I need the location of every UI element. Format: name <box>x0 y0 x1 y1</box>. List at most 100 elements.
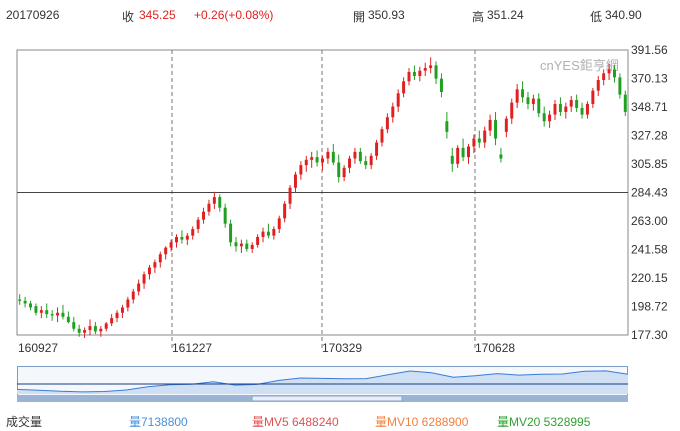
y-tick-label: 220.15 <box>631 271 668 285</box>
candle-body <box>61 312 65 317</box>
x-tick-label: 160927 <box>18 341 58 355</box>
y-tick-label: 177.30 <box>631 328 668 342</box>
candlestick-chart[interactable]: 391.56 370.13 348.71 327.28 305.85 284.43 263.… <box>0 0 680 366</box>
candle-body <box>277 218 281 229</box>
candle-body <box>331 151 335 163</box>
candle-body <box>142 274 146 284</box>
candle-body <box>321 158 324 163</box>
navigator-scroll-thumb <box>251 395 403 402</box>
candle-body <box>537 98 541 114</box>
candle-body <box>407 72 411 82</box>
candle-body <box>191 228 195 236</box>
candle-body <box>385 117 389 130</box>
candle-body <box>115 312 119 319</box>
volume-value: 量7138800 <box>129 415 188 429</box>
candle-body <box>147 267 151 275</box>
candle-body <box>50 314 54 316</box>
candle-body <box>504 118 508 132</box>
candle-body <box>304 159 308 166</box>
candle-body <box>483 130 487 143</box>
candle-body <box>245 243 249 249</box>
candle-body <box>83 330 87 333</box>
volume-mv5: 量MV5 6488240 <box>252 415 339 429</box>
candle-body <box>137 283 141 292</box>
candle-body <box>526 97 530 104</box>
candle-body <box>234 242 238 247</box>
candle-body <box>299 165 303 175</box>
candle-body <box>77 328 81 333</box>
candle-body <box>602 73 606 81</box>
candle-body <box>391 106 395 118</box>
candle-body <box>229 223 233 243</box>
candle-body <box>158 254 162 263</box>
candle-body <box>623 94 627 112</box>
candle-body <box>364 161 368 166</box>
candle-body <box>342 167 346 178</box>
candle-body <box>515 89 519 103</box>
candle-body <box>380 129 384 143</box>
candle-body <box>542 113 546 122</box>
candle-body <box>564 106 568 112</box>
candle-body <box>450 155 454 164</box>
candle-body <box>477 138 481 143</box>
candle-body <box>353 151 357 159</box>
y-tick-label: 391.56 <box>631 43 668 57</box>
candle-body <box>283 203 287 219</box>
candle-body <box>310 157 314 160</box>
candle-body <box>439 78 443 92</box>
candle-body <box>218 197 222 208</box>
candle-body <box>272 228 276 236</box>
candle-body <box>558 103 562 112</box>
range-navigator[interactable] <box>17 366 628 402</box>
candle-body <box>223 207 227 224</box>
candle-body <box>315 157 319 163</box>
candle-body <box>23 300 27 304</box>
candle-body <box>110 318 114 324</box>
candle-body <box>445 121 449 132</box>
candle-body <box>461 147 465 158</box>
candle-body <box>358 151 362 162</box>
candle-body <box>531 98 535 104</box>
candle-body <box>293 174 297 188</box>
candle-body <box>153 262 157 268</box>
y-tick-label: 198.72 <box>631 300 668 314</box>
candle-body <box>56 312 60 316</box>
x-tick-label: 161227 <box>172 341 212 355</box>
candle-body <box>596 80 600 91</box>
candle-body <box>39 310 43 313</box>
volume-mv20: 量MV20 5328995 <box>497 415 591 429</box>
candle-body <box>99 328 103 332</box>
candle-body <box>66 316 70 323</box>
candle-body <box>212 197 216 204</box>
candle-body <box>196 219 200 229</box>
y-tick-label: 284.43 <box>631 186 668 200</box>
watermark: cnYES鉅亨網 <box>540 58 619 73</box>
candle-body <box>418 70 422 77</box>
candle-body <box>412 72 416 77</box>
candle-body <box>185 235 189 240</box>
candle-body <box>580 107 584 115</box>
candle-body <box>429 65 433 69</box>
x-tick-label: 170329 <box>322 341 362 355</box>
candle-body <box>591 90 595 104</box>
candle-body <box>337 162 341 178</box>
candle-body <box>575 99 579 108</box>
candle-body <box>521 89 525 98</box>
y-tick-label: 263.00 <box>631 214 668 228</box>
candle-body <box>494 119 498 139</box>
y-tick-label: 241.58 <box>631 242 668 256</box>
candle-body <box>29 303 33 308</box>
candle-body <box>607 69 611 74</box>
candle-body <box>266 231 270 236</box>
candle-body <box>396 93 400 107</box>
candle-body <box>288 187 292 204</box>
candle-body <box>131 291 135 300</box>
y-tick-label: 327.28 <box>631 129 668 143</box>
candle-body <box>202 211 206 220</box>
candle-body <box>510 102 514 119</box>
candle-body <box>239 243 243 247</box>
candle-body <box>180 236 184 240</box>
candle-body <box>488 119 492 131</box>
candle-body <box>467 146 470 158</box>
volume-mv10: 量MV10 6288900 <box>375 415 469 429</box>
